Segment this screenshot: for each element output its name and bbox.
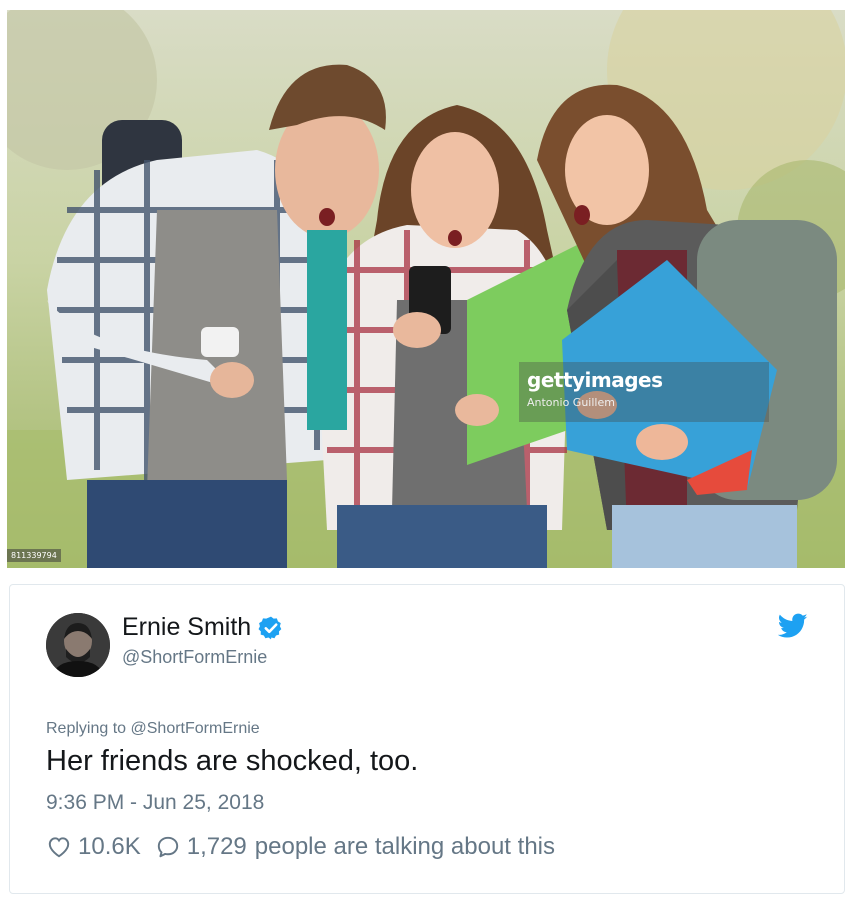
tweet-text: Her friends are shocked, too. [46, 745, 419, 777]
verified-badge-icon [258, 616, 282, 639]
reply-button[interactable]: 1,729 [155, 833, 247, 861]
avatar-image [46, 613, 110, 677]
display-name[interactable]: Ernie Smith [122, 613, 284, 642]
watermark-credit: Antonio Guillem [527, 396, 615, 409]
speech-bubble-icon [157, 836, 178, 858]
talking-about-link[interactable]: people are talking about this [255, 833, 555, 861]
stock-id-label: 811339794 [7, 549, 61, 562]
reply-context: Replying to @ShortFormErnie [46, 720, 260, 738]
stock-photo: gettyimages Antonio Guillem 811339794 [7, 10, 845, 568]
like-count: 10.6K [78, 833, 141, 860]
reply-count: 1,729 [186, 833, 247, 860]
heart-outline-icon [48, 837, 70, 858]
display-name-text: Ernie Smith [122, 613, 252, 641]
watermark: gettyimages Antonio Guillem [519, 362, 769, 422]
watermark-brand: gettyimages [527, 368, 663, 392]
like-button[interactable]: 10.6K [46, 833, 141, 861]
stock-photo-illustration [7, 10, 845, 568]
avatar[interactable] [46, 613, 110, 677]
user-handle[interactable]: @ShortFormErnie [122, 647, 267, 668]
tweet-card: Ernie Smith @ShortFormErnie Replying to … [9, 584, 845, 894]
reply-prefix: Replying to [46, 720, 127, 737]
tweet-timestamp[interactable]: 9:36 PM - Jun 25, 2018 [46, 791, 264, 815]
reply-mention-link[interactable]: @ShortFormErnie [131, 720, 260, 737]
tweet-actions: 10.6K 1,729 people are talking about thi… [46, 833, 555, 861]
twitter-bird-icon[interactable] [778, 613, 808, 639]
